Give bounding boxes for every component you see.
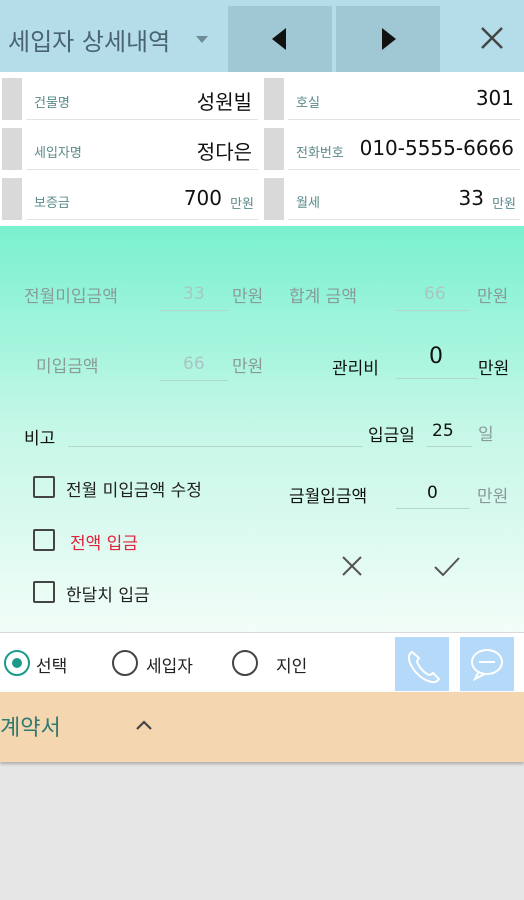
prev-unpaid-label: 전월미입금액 (24, 287, 118, 307)
contract-section-bar[interactable]: 계약서 (0, 692, 524, 762)
full-payment-checkbox[interactable] (33, 529, 55, 551)
unpaid-value[interactable]: 66 (183, 354, 205, 374)
one-month-label[interactable]: 한달치 입금 (66, 581, 150, 606)
radio-acquaintance-label[interactable]: 지인 (276, 652, 307, 677)
cancel-button[interactable] (336, 550, 368, 582)
prev-unpaid-value[interactable]: 33 (183, 284, 205, 304)
contact-target-bar: 선택 세입자 지인 (0, 632, 524, 692)
mgmt-fee-unit: 만원 (478, 359, 510, 379)
chevron-up-icon[interactable] (134, 718, 154, 732)
app-header: 세입자 상세내역 (0, 0, 524, 72)
tenant-name-cell[interactable]: 세입자명 정다은 (0, 124, 262, 172)
payment-panel: 전월미입금액 33 만원 합계 금액 66 만원 미입금액 66 만원 관리비 … (0, 226, 524, 632)
close-button[interactable] (472, 18, 512, 58)
prev-unpaid-edit-label[interactable]: 전월 미입금액 수정 (66, 476, 202, 501)
phone-icon (407, 650, 441, 684)
caret-down-icon[interactable] (196, 36, 208, 43)
deposit-cell[interactable]: 보증금 700 만원 (0, 174, 262, 222)
page-title[interactable]: 세입자 상세내역 (8, 22, 170, 57)
rent-value: 33 (458, 186, 484, 210)
next-button[interactable] (336, 6, 440, 72)
tenant-info-grid: 건물명 성원빌 호실 301 세입자명 정다은 전화번호 010-5555-66… (0, 72, 524, 226)
prev-unpaid-unit: 만원 (232, 287, 264, 307)
mgmt-fee-input[interactable]: 0 (429, 344, 443, 369)
mgmt-fee-label: 관리비 (332, 359, 379, 379)
next-triangle-icon (382, 28, 396, 50)
phone-cell[interactable]: 전화번호 010-5555-6666 (262, 124, 524, 172)
prev-button[interactable] (228, 6, 332, 72)
phone-value: 010-5555-6666 (359, 136, 514, 160)
pay-day-unit: 일 (478, 425, 494, 445)
close-x-icon (342, 556, 362, 576)
unpaid-label: 미입금액 (36, 357, 99, 377)
phone-label: 전화번호 (296, 146, 344, 161)
checkmark-icon (434, 557, 460, 577)
radio-tenant-label[interactable]: 세입자 (146, 652, 193, 677)
total-unit: 만원 (477, 287, 509, 307)
close-icon (481, 27, 503, 49)
total-label: 합계 금액 (289, 287, 357, 307)
building-value: 성원빌 (196, 90, 252, 114)
note-input[interactable] (68, 414, 362, 444)
radio-tenant[interactable] (112, 650, 138, 676)
radio-acquaintance[interactable] (232, 650, 258, 676)
rent-label: 월세 (296, 196, 320, 211)
pay-day-input[interactable]: 25 (432, 421, 454, 441)
message-button[interactable] (460, 637, 514, 691)
deposit-value: 700 (183, 186, 222, 210)
this-month-input[interactable]: 0 (427, 483, 438, 503)
tenant-name-label: 세입자명 (34, 146, 82, 161)
prev-unpaid-edit-checkbox[interactable] (33, 476, 55, 498)
building-label: 건물명 (34, 96, 70, 111)
room-label: 호실 (296, 96, 320, 111)
confirm-button[interactable] (430, 550, 464, 582)
rent-cell[interactable]: 월세 33 만원 (262, 174, 524, 222)
note-label: 비고 (24, 429, 56, 449)
room-cell[interactable]: 호실 301 (262, 74, 524, 122)
call-button[interactable] (395, 637, 449, 691)
room-value: 301 (475, 86, 514, 110)
rent-unit: 만원 (492, 197, 516, 212)
pay-day-label: 입금일 (368, 426, 415, 446)
deposit-label: 보증금 (34, 196, 70, 211)
total-value[interactable]: 66 (424, 284, 446, 304)
this-month-unit: 만원 (477, 487, 509, 507)
this-month-label: 금월입금액 (289, 487, 368, 507)
radio-select-label[interactable]: 선택 (36, 652, 67, 677)
deposit-unit: 만원 (230, 197, 254, 212)
radio-select[interactable] (4, 650, 30, 676)
one-month-checkbox[interactable] (33, 581, 55, 603)
prev-triangle-icon (272, 28, 286, 50)
contract-title: 계약서 (0, 716, 61, 741)
tenant-name-value: 정다은 (196, 140, 252, 164)
full-payment-label[interactable]: 전액 입금 (70, 529, 138, 554)
message-icon (471, 649, 503, 682)
unpaid-unit: 만원 (232, 357, 264, 377)
building-cell[interactable]: 건물명 성원빌 (0, 74, 262, 122)
